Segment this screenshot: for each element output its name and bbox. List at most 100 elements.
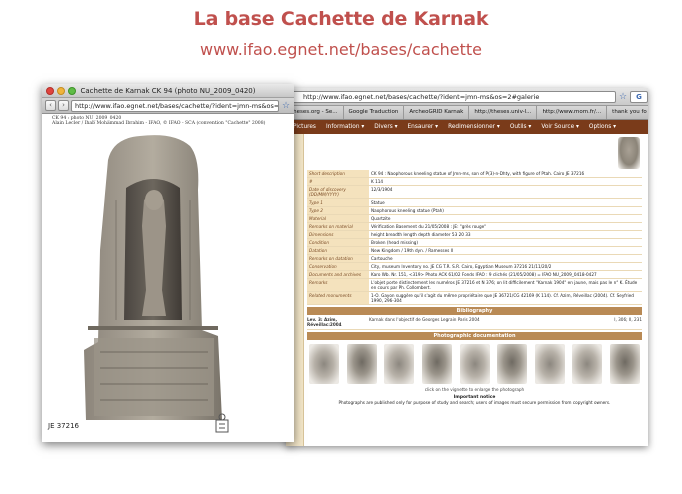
slide: La base Cachette de Karnak www.ifao.egne…	[0, 0, 682, 494]
bookmark-item[interactable]: http://theses.univ-l...	[469, 106, 538, 119]
record-field-label: Remarks on datation	[307, 254, 369, 263]
photo-documentation-header: Photographic documentation	[307, 332, 642, 340]
bibliography-ref: Lev. 3: Azim, Réveillac:2004	[307, 317, 342, 327]
record-field-row: Condition Broken (head missing)	[307, 238, 642, 247]
record-field-value: K 114	[369, 177, 642, 186]
record-field-row: Documents and archives Karo Wb. Nr. 151, …	[307, 270, 642, 279]
record-field-label: Date of discovery (DD/MM/YYYY)	[307, 185, 369, 199]
menu-item[interactable]: Divers ▾	[369, 124, 402, 130]
record-field-value: Naophorous kneeling statue (Ptah)	[369, 206, 642, 215]
record-field-value: 1-O. Gayon suggère qu'il s'agit du même …	[369, 291, 642, 305]
photo-thumbnail[interactable]	[572, 344, 603, 384]
back-address-bar: http://www.ifao.egnet.net/bases/cachette…	[286, 88, 648, 106]
slide-title: La base Cachette de Karnak	[193, 8, 489, 30]
photo-thumbnail[interactable]	[459, 344, 490, 384]
close-icon[interactable]	[46, 87, 54, 95]
record-thumbnail[interactable]	[618, 137, 640, 169]
bookmark-star-icon[interactable]: ☆	[281, 101, 291, 111]
record-field-label: Short description	[307, 170, 369, 178]
record-browser-window: http://www.ifao.egnet.net/bases/cachette…	[286, 88, 648, 446]
window-controls	[46, 87, 76, 95]
back-arrow-icon[interactable]: ‹	[45, 100, 56, 111]
window-titlebar: Cachette de Karnak CK 94 (photo NU_2009_…	[42, 84, 294, 98]
record-field-label: Documents and archives	[307, 270, 369, 279]
photo-browser-window: Cachette de Karnak CK 94 (photo NU_2009_…	[42, 84, 294, 442]
record-field-value: height breadth length depth diameter 53 …	[369, 230, 642, 239]
record-field-row: Conservation City, museum Inventory no. J…	[307, 262, 642, 271]
ifao-logo-icon	[215, 413, 229, 433]
record-field-value: Vérification Basement du 21/05/2008 : JE…	[369, 222, 642, 231]
bookmark-item[interactable]: thank you fo	[607, 106, 648, 119]
record-field-value: City, museum Inventory no. JE CG T.R. S.…	[369, 262, 642, 271]
bibliography-header: Bibliography	[307, 307, 642, 315]
record-field-row: # K 114	[307, 177, 642, 186]
record-field-label: Material	[307, 214, 369, 223]
record-field-value: CK 94 : Naophorous kneeling statue of Jm…	[369, 170, 642, 178]
record-field-row: Material Quartzite	[307, 214, 642, 223]
bookmark-item[interactable]: http://www.mom.fr/...	[537, 106, 608, 119]
photo-thumbnail[interactable]	[534, 344, 565, 384]
photo-thumbnail[interactable]	[309, 344, 339, 384]
record-field-value: Statue	[369, 198, 642, 207]
menu-item[interactable]: Redimensionner ▾	[443, 124, 505, 130]
record-fields-table: Short description CK 94 : Naophorous knee…	[307, 170, 642, 305]
back-url-field[interactable]: http://www.ifao.egnet.net/bases/cachette…	[290, 90, 616, 103]
record-field-value: New Kingdom / 19th dyn. / Ramesses II	[369, 246, 642, 255]
bookmark-item[interactable]: theses.org - Se...	[286, 106, 344, 119]
record-field-label: Type 2	[307, 206, 369, 215]
record-field-label: Remarks on material	[307, 222, 369, 231]
record-field-label: Related monuments	[307, 291, 369, 305]
menu-item[interactable]: Information ▾	[321, 124, 369, 130]
record-field-label: Conservation	[307, 262, 369, 271]
record-field-row: Remarks on datation Cartouche	[307, 254, 642, 263]
minimize-icon[interactable]	[57, 87, 65, 95]
record-field-row: Type 1 Statue	[307, 198, 642, 207]
bookmark-item[interactable]: Google Traduction	[344, 106, 405, 119]
record-field-row: Dimensions height breadth length depth di…	[307, 230, 642, 239]
je-reference: JE 37216	[48, 422, 79, 430]
bookmark-item[interactable]: ArcheoGRID Karnak	[404, 106, 470, 119]
site-menu-bar: Pictures Information ▾ Divers ▾ Ensaurer…	[286, 120, 648, 134]
photo-thumbnail[interactable]	[610, 344, 640, 384]
record-page-body: Short description CK 94 : Naophorous knee…	[286, 134, 648, 446]
record-field-label: Type 1	[307, 198, 369, 207]
menu-item[interactable]: Ensaurer ▾	[403, 124, 444, 130]
google-search-icon[interactable]: G	[630, 90, 648, 103]
record-field-row: Short description CK 94 : Naophorous knee…	[307, 170, 642, 178]
photo-thumbnail[interactable]	[384, 344, 415, 384]
menu-item[interactable]: Voir Source ▾	[536, 124, 584, 130]
menu-item[interactable]: Outils ▾	[505, 124, 537, 130]
forward-arrow-icon[interactable]: ›	[58, 100, 69, 111]
photo-caption: click on the vignette to enlarge the pho…	[424, 387, 525, 392]
record-field-value: L'objet porte distinctement les numéros …	[369, 278, 642, 292]
bibliography-row: Lev. 3: Azim, Réveillac:2004 Karnak dans…	[307, 315, 642, 330]
photo-thumbnails	[307, 340, 642, 386]
record-field-label: Remarks	[307, 278, 369, 292]
record-field-row: Remarks L'objet porte distinctement les n…	[307, 278, 642, 292]
front-url-field[interactable]: http://www.ifao.egnet.net/bases/cachette…	[71, 99, 279, 112]
record-field-label: Dimensions	[307, 230, 369, 239]
menu-item[interactable]: Options ▾	[584, 124, 621, 130]
record-field-value: Karo Wb. Nr. 151, <319> Photo ACK 61/02 …	[369, 270, 642, 279]
record-content: Short description CK 94 : Naophorous knee…	[304, 134, 648, 446]
bibliography-pages: I, 306; II, 231	[614, 317, 642, 322]
bookmark-star-icon[interactable]: ☆	[618, 92, 628, 102]
record-field-row: Related monuments 1-O. Gayon suggère qu'i…	[307, 291, 642, 305]
zoom-icon[interactable]	[68, 87, 76, 95]
statue-photo	[84, 135, 222, 420]
window-title: Cachette de Karnak CK 94 (photo NU_2009_…	[80, 87, 256, 95]
bookmarks-bar: theses.org - Se... Google Traduction Arc…	[286, 106, 648, 120]
record-field-value: Cartouche	[369, 254, 642, 263]
photo-thumbnail[interactable]	[497, 344, 528, 384]
important-notice-text: Photographs are published only for purpo…	[338, 400, 611, 405]
slide-url: www.ifao.egnet.net/bases/cachette	[200, 40, 482, 59]
bibliography-text: Karnak dans l'objectif de Georges Legrai…	[369, 317, 480, 322]
record-field-row: Type 2 Naophorous kneeling statue (Ptah)	[307, 206, 642, 215]
record-field-row: Datation New Kingdom / 19th dyn. / Ramess…	[307, 246, 642, 255]
record-field-label: Condition	[307, 238, 369, 247]
photo-thumbnail[interactable]	[346, 344, 377, 384]
record-field-value: 12/3/1904	[369, 185, 642, 199]
photo-page: CK 94 : photo NU_2009_0420 Alain Lecler …	[42, 114, 294, 442]
photo-thumbnail[interactable]	[421, 344, 452, 384]
record-field-label: Datation	[307, 246, 369, 255]
